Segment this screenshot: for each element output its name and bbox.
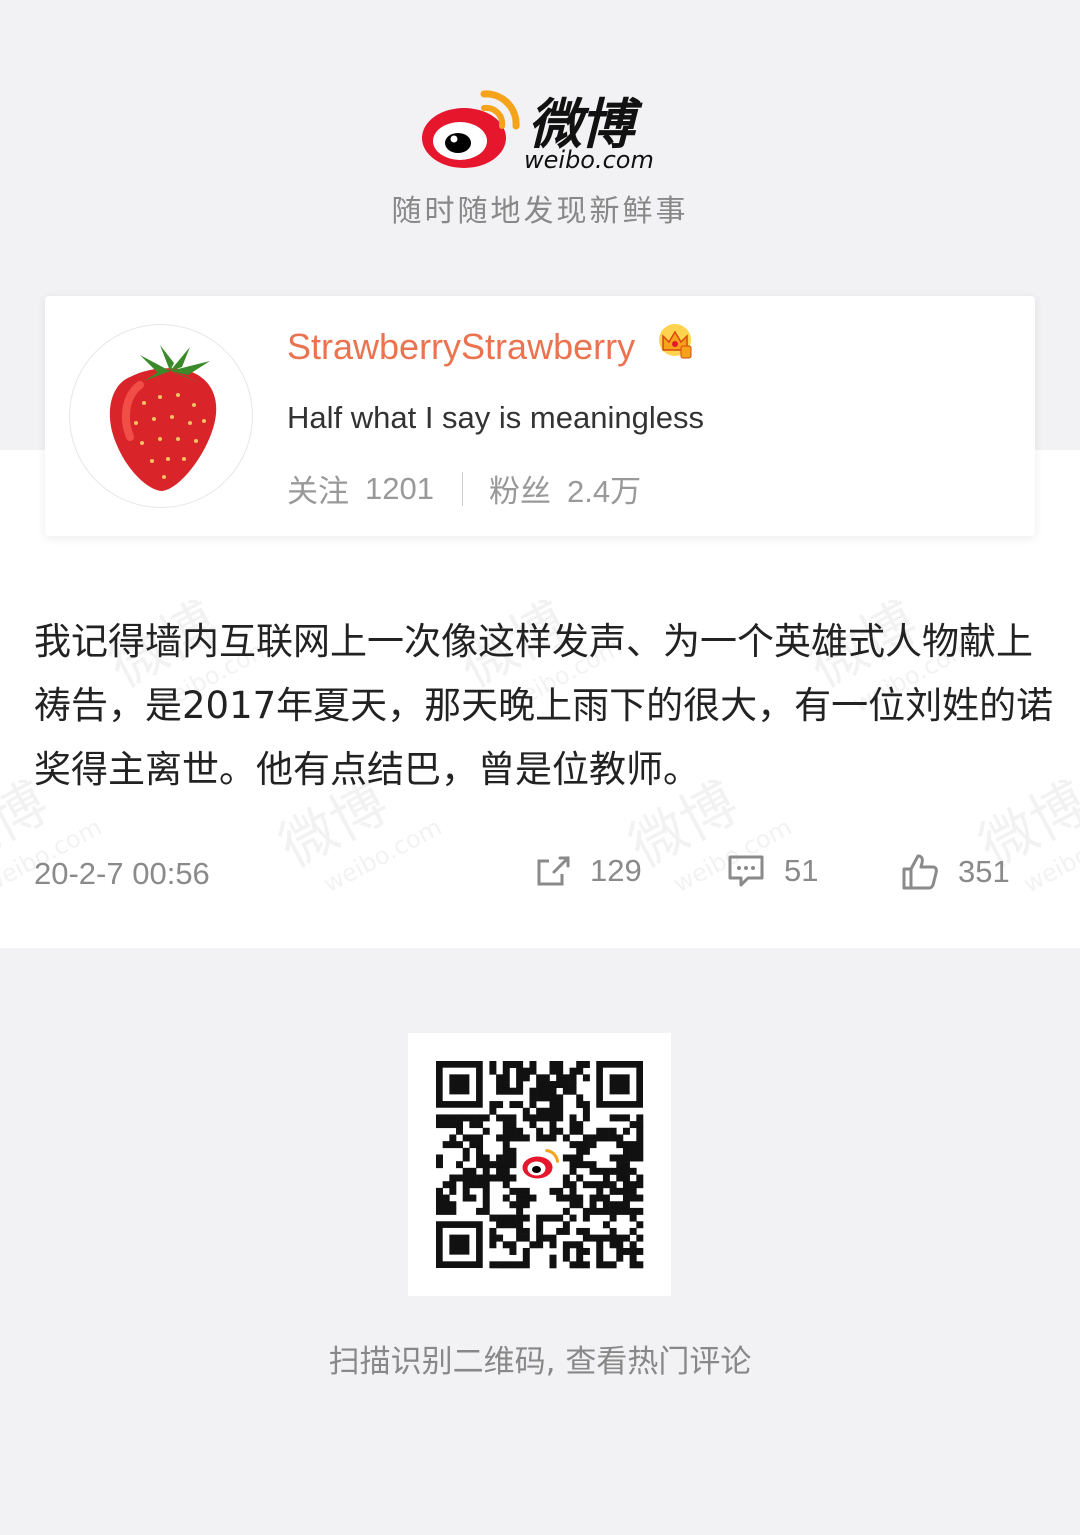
profile-bio: Half what I say is meaningless — [287, 400, 704, 435]
followers-label[interactable]: 粉丝 — [489, 466, 551, 511]
qr-code-image — [436, 1061, 644, 1269]
comment-button[interactable]: 51 — [726, 852, 818, 890]
logo-domain: weibo.com — [524, 146, 654, 174]
repost-count: 129 — [590, 853, 642, 888]
weibo-logo: 微博 weibo.com — [0, 80, 1080, 180]
weibo-eye-icon — [422, 90, 520, 168]
following-count[interactable]: 1201 — [365, 471, 434, 507]
stats-divider — [461, 471, 463, 506]
profile-stats: 关注 1201 粉丝 2.4万 — [287, 466, 641, 511]
username[interactable]: StrawberryStrawberry — [287, 326, 635, 368]
repost-button[interactable]: 129 — [534, 852, 642, 890]
post-meta: 20-2-7 00:56 129 51 351 — [34, 852, 1034, 896]
scan-hint: 扫描识别二维码, 查看热门评论 — [328, 1344, 752, 1380]
following-label[interactable]: 关注 — [287, 466, 349, 511]
crown-icon — [659, 324, 692, 359]
like-count: 351 — [958, 854, 1010, 889]
followers-count[interactable]: 2.4万 — [567, 466, 641, 511]
post-time: 20-2-7 00:56 — [34, 856, 210, 891]
repost-icon — [537, 856, 570, 886]
thumbs-up-icon — [902, 854, 938, 890]
brand-slogan: 随时随地发现新鲜事 — [391, 194, 689, 229]
qr-code — [408, 1033, 671, 1296]
comment-count: 51 — [784, 853, 819, 888]
strawberry-avatar-icon — [109, 345, 217, 491]
comment-icon — [728, 855, 764, 887]
like-button[interactable]: 351 — [900, 852, 1010, 892]
avatar[interactable] — [69, 324, 253, 508]
post-text: 我记得墙内互联网上一次像这样发声、为一个英雄式人物献上祷告，是2017年夏天，那… — [34, 620, 1054, 791]
profile-card[interactable]: StrawberryStrawberry Half what I say is … — [45, 296, 1035, 536]
